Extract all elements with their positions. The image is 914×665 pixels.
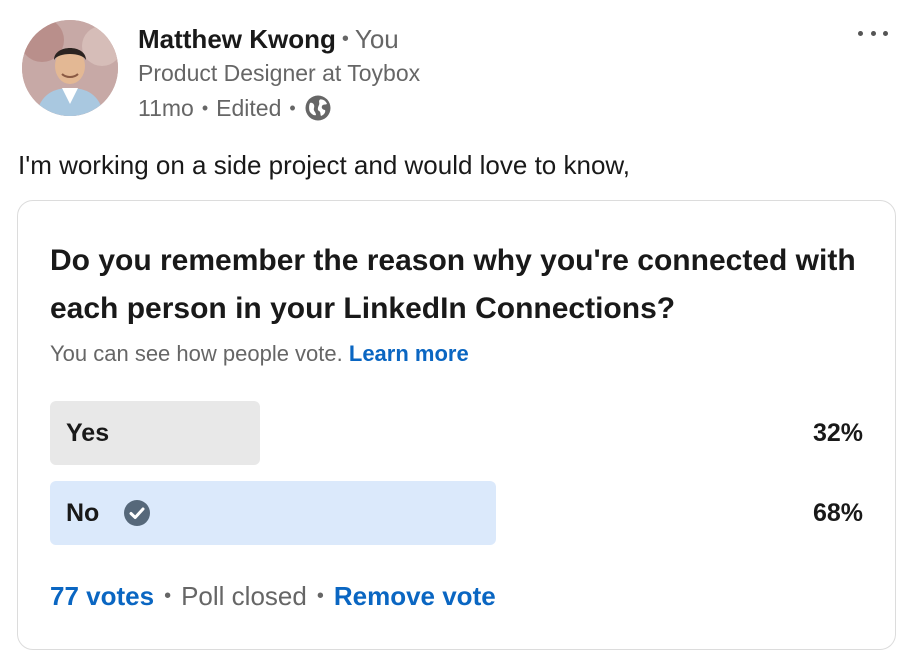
poll-visibility-note: You can see how people vote. Learn more xyxy=(50,341,469,367)
poll-status: Poll closed xyxy=(181,581,307,611)
poll-card: Do you remember the reason why you're co… xyxy=(17,200,896,650)
poll-question: Do you remember the reason why you're co… xyxy=(50,244,856,325)
author-relation: You xyxy=(354,24,399,54)
remove-vote-button[interactable]: Remove vote xyxy=(334,581,496,612)
dot-icon xyxy=(858,30,863,36)
check-circle-icon xyxy=(123,499,151,527)
separator-dot: • xyxy=(316,585,324,607)
poll-option-label: No xyxy=(66,481,151,545)
author-headline: Product Designer at Toybox xyxy=(138,60,421,86)
visibility-note-text: You can see how people vote. xyxy=(50,341,343,366)
poll-footer: 77 votes • Poll closed • Remove vote xyxy=(50,581,496,612)
avatar-photo xyxy=(22,20,118,116)
separator-dot: • xyxy=(201,98,209,118)
separator-dot: • xyxy=(341,28,349,50)
more-options-button[interactable] xyxy=(858,22,888,44)
poll-option-percent: 68% xyxy=(812,498,863,527)
dot-icon xyxy=(883,30,888,36)
learn-more-link[interactable]: Learn more xyxy=(349,341,469,366)
dot-icon xyxy=(870,30,876,36)
poll-option-text: No xyxy=(66,498,100,527)
poll-option-yes: Yes xyxy=(50,401,865,465)
poll-option-no: No xyxy=(50,481,865,545)
poll-option-text: Yes xyxy=(66,418,110,447)
author-name[interactable]: Matthew Kwong xyxy=(138,24,336,54)
avatar[interactable] xyxy=(22,20,118,116)
edited-label: Edited xyxy=(216,94,282,121)
globe-icon xyxy=(304,94,332,122)
separator-dot: • xyxy=(164,585,172,607)
votes-count-link[interactable]: 77 votes xyxy=(50,581,154,612)
post-author-block: Matthew Kwong • You Product Designer at To… xyxy=(138,26,420,122)
post-age[interactable]: 11mo xyxy=(138,96,194,120)
poll-option-label: Yes xyxy=(66,401,109,465)
separator-dot: • xyxy=(289,98,296,118)
poll-option-percent: 32% xyxy=(812,418,863,447)
post-meta: 11mo • Edited • xyxy=(138,94,420,122)
post-text: I'm working on a side project and would … xyxy=(18,150,630,180)
